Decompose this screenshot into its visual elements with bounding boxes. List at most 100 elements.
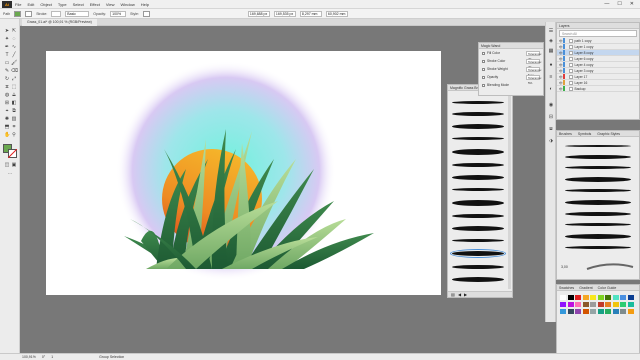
color-swatch[interactable] xyxy=(605,295,611,300)
color-swatch[interactable] xyxy=(582,309,589,314)
lasso-tool-icon[interactable]: ◌ xyxy=(11,36,17,42)
eyedropper-tool-icon[interactable]: ⌖ xyxy=(4,108,10,114)
tab-graphic-styles[interactable]: Graphic Styles xyxy=(597,131,620,136)
menu-object[interactable]: Object xyxy=(40,2,52,7)
rectangle-tool-icon[interactable]: ▭ xyxy=(4,60,10,66)
rotation-angle[interactable]: 0° xyxy=(42,355,45,359)
stroke-icon[interactable]: ≡ xyxy=(548,74,554,80)
symbol-sprayer-tool-icon[interactable]: ✺ xyxy=(4,116,10,122)
color-swatch[interactable] xyxy=(560,295,566,300)
menu-window[interactable]: Window xyxy=(120,2,134,7)
brush-definition[interactable]: Basic xyxy=(65,10,90,17)
stroke-swatch[interactable] xyxy=(25,10,33,17)
maximize-button[interactable]: ☐ xyxy=(617,1,621,7)
next-library-icon[interactable]: ▶ xyxy=(464,292,467,297)
color-swatch[interactable] xyxy=(590,295,596,300)
perspective-tool-icon[interactable]: ⟁ xyxy=(11,92,17,98)
menu-effect[interactable]: Effect xyxy=(90,2,100,7)
transform-icon[interactable]: ⬗ xyxy=(548,138,554,144)
tab-swatches[interactable]: Swatches xyxy=(559,285,574,290)
color-swatch[interactable] xyxy=(627,302,634,307)
appearance-icon[interactable]: ◉ xyxy=(548,102,554,108)
menu-help[interactable]: Help xyxy=(141,2,149,7)
rotate-tool-icon[interactable]: ↻ xyxy=(4,76,10,82)
checkbox[interactable] xyxy=(482,75,485,79)
artboard[interactable] xyxy=(46,51,441,295)
pen-tool-icon[interactable]: ✒ xyxy=(4,44,10,50)
color-swatch[interactable] xyxy=(612,309,619,314)
slice-tool-icon[interactable]: ⌗ xyxy=(11,124,17,130)
opacity-field[interactable]: 100% xyxy=(110,10,127,17)
color-swatch[interactable] xyxy=(567,295,574,300)
width-tool-icon[interactable]: ⧖ xyxy=(4,84,10,90)
color-swatch[interactable] xyxy=(590,309,596,314)
checkbox[interactable] xyxy=(482,83,485,87)
shape-builder-tool-icon[interactable]: ◍ xyxy=(4,92,10,98)
zoom-level[interactable]: 100,91% xyxy=(22,355,36,359)
draw-mode-icon[interactable]: ◫ xyxy=(4,162,10,168)
artboard-number[interactable]: 1 xyxy=(51,355,53,359)
screen-mode-icon[interactable]: ▣ xyxy=(11,162,17,168)
paintbrush-tool-icon[interactable]: 🖌 xyxy=(11,60,17,66)
style-swatch[interactable] xyxy=(142,10,150,17)
artboard-tool-icon[interactable]: ⬒ xyxy=(4,124,10,130)
direct-selection-tool-icon[interactable]: ⇱ xyxy=(11,28,17,34)
type-tool-icon[interactable]: T xyxy=(4,52,10,58)
color-swatch[interactable] xyxy=(560,309,566,314)
more-tools-icon[interactable]: ⋯ xyxy=(7,171,13,177)
layers-icon[interactable]: ◈ xyxy=(548,38,554,44)
menu-view[interactable]: View xyxy=(106,2,115,7)
close-button[interactable]: ✕ xyxy=(630,1,634,7)
color-swatch[interactable] xyxy=(582,302,589,307)
align-icon[interactable]: ⊟ xyxy=(548,114,554,120)
tab-gradient[interactable]: Gradient xyxy=(579,285,592,290)
color-swatch[interactable] xyxy=(620,295,626,300)
layers-search-input[interactable]: Search All xyxy=(559,30,637,37)
color-swatch[interactable] xyxy=(597,309,604,314)
checkbox[interactable] xyxy=(482,51,485,55)
width-field[interactable]: 8,297 mm xyxy=(299,10,322,17)
color-swatch[interactable] xyxy=(560,302,566,307)
checkbox[interactable] xyxy=(482,59,485,63)
pathfinder-icon[interactable]: ⧈ xyxy=(548,126,554,132)
hand-tool-icon[interactable]: ✋ xyxy=(4,132,10,138)
color-swatch[interactable] xyxy=(620,302,626,307)
menu-edit[interactable]: Edit xyxy=(27,2,34,7)
color-swatch[interactable] xyxy=(575,309,581,314)
tab-brushes[interactable]: Brushes xyxy=(559,131,572,136)
blend-tool-icon[interactable]: ⧉ xyxy=(11,108,17,114)
color-swatch[interactable] xyxy=(582,295,589,300)
y-field[interactable]: 169,535 px xyxy=(273,10,296,17)
checkbox[interactable] xyxy=(482,67,485,71)
document-tab[interactable]: Grass_01.ai* @ 100,91 % (RGB/Preview) xyxy=(22,19,97,26)
color-swatch[interactable] xyxy=(605,302,611,307)
brush-library-scrollbar[interactable] xyxy=(508,93,511,289)
scale-tool-icon[interactable]: ⤢ xyxy=(11,76,17,82)
color-swatch[interactable] xyxy=(605,309,611,314)
stroke-color-box[interactable] xyxy=(8,149,17,158)
menu-type[interactable]: Type xyxy=(58,2,67,7)
free-transform-tool-icon[interactable]: ⬚ xyxy=(11,84,17,90)
line-tool-icon[interactable]: ╱ xyxy=(11,52,17,58)
color-swatch[interactable] xyxy=(627,295,634,300)
properties-icon[interactable]: ☰ xyxy=(548,28,554,34)
color-swatch[interactable] xyxy=(627,309,634,314)
libraries-icon[interactable]: ▦ xyxy=(548,48,554,54)
mesh-tool-icon[interactable]: ⊞ xyxy=(4,100,10,106)
transparency-icon[interactable]: ◐ xyxy=(548,86,554,92)
pencil-tool-icon[interactable]: ✎ xyxy=(4,68,10,74)
zoom-tool-icon[interactable]: ⚲ xyxy=(11,132,17,138)
menu-select[interactable]: Select xyxy=(73,2,84,7)
selection-tool-icon[interactable]: ➤ xyxy=(4,28,10,34)
color-swatch[interactable] xyxy=(567,302,574,307)
menu-file[interactable]: File xyxy=(15,2,21,7)
eraser-tool-icon[interactable]: ⌫ xyxy=(11,68,18,74)
curvature-tool-icon[interactable]: ∿ xyxy=(11,44,17,50)
tab-color-guide[interactable]: Color Guide xyxy=(598,285,617,290)
color-swatch[interactable] xyxy=(575,295,581,300)
color-swatch[interactable] xyxy=(567,309,574,314)
graph-tool-icon[interactable]: ▥ xyxy=(11,116,17,122)
stroke-weight-field[interactable] xyxy=(51,10,62,17)
magic-wand-tool-icon[interactable]: ✦ xyxy=(4,36,10,42)
color-swatch[interactable] xyxy=(620,309,626,314)
